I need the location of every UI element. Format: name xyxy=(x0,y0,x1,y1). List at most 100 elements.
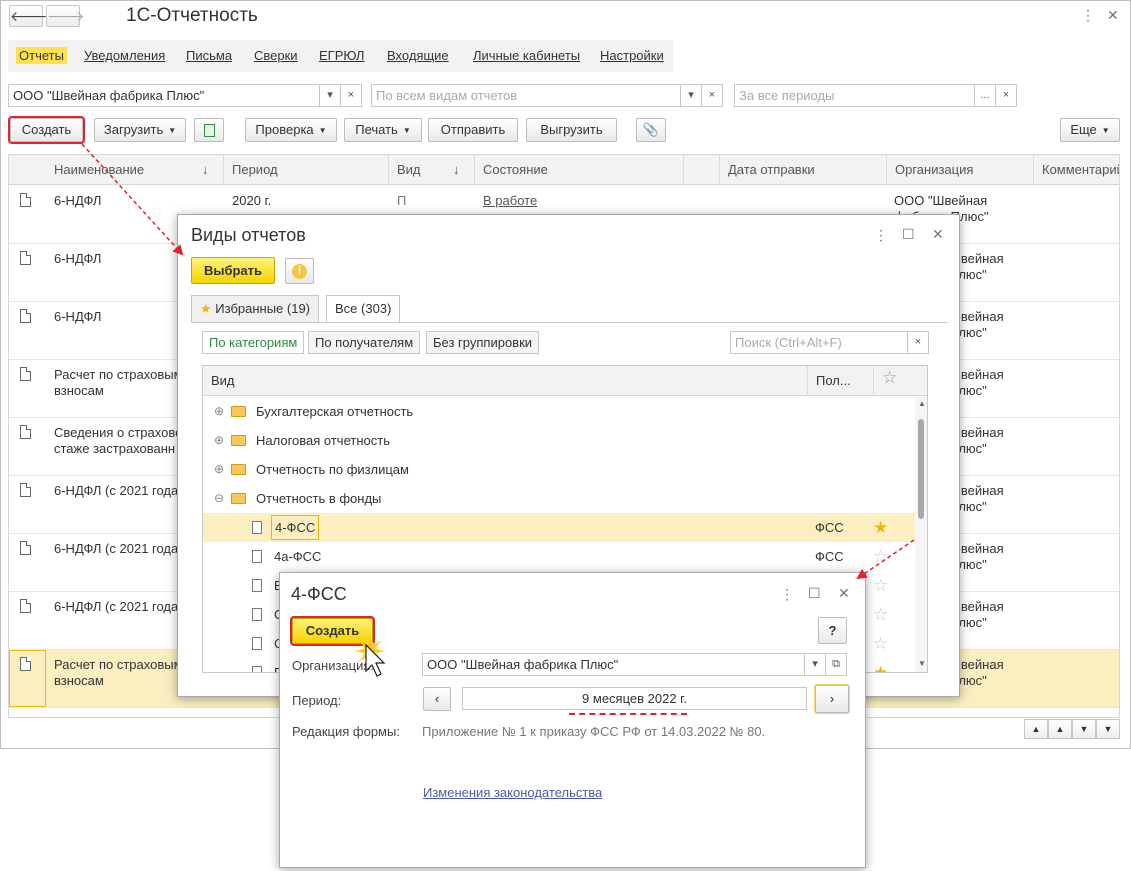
tree-folder-row[interactable]: ⊖ Отчетность в фонды xyxy=(203,484,915,513)
tab-favorites-label: Избранные (19) xyxy=(215,301,311,316)
info-icon[interactable]: i xyxy=(285,258,314,284)
load-button[interactable]: Загрузить ▼ xyxy=(94,118,186,142)
favorite-star-icon[interactable]: ★ xyxy=(873,658,888,672)
clear-icon[interactable]: × xyxy=(995,84,1017,107)
period-field[interactable]: 9 месяцев 2022 г. xyxy=(462,687,807,710)
organization-field[interactable]: ООО "Швейная фабрика Плюс" xyxy=(422,653,805,676)
star-icon[interactable]: ☆ xyxy=(873,629,888,658)
column-header-organization[interactable]: Организация xyxy=(887,155,1034,185)
document-icon xyxy=(252,521,262,534)
send-button[interactable]: Отправить xyxy=(428,118,518,142)
tree-item-row-selected[interactable]: 4-ФСС ФСС ★ xyxy=(203,513,915,542)
scroll-up-icon[interactable]: ▲ xyxy=(918,399,926,408)
forward-arrow-icon[interactable]: 🡒 xyxy=(46,5,85,27)
star-icon[interactable]: ☆ xyxy=(873,571,888,600)
help-button[interactable]: ? xyxy=(818,617,847,644)
open-icon[interactable]: ⧉ xyxy=(825,653,847,676)
tree-folder-row[interactable]: ⊕ Налоговая отчетность xyxy=(203,426,915,455)
dropdown-icon[interactable]: ▾ xyxy=(804,653,826,676)
document-icon xyxy=(20,657,31,671)
select-button[interactable]: Выбрать xyxy=(191,257,275,284)
more-vert-icon[interactable]: ⋮ xyxy=(780,586,794,603)
favorite-star-icon[interactable]: ★ xyxy=(873,513,888,542)
star-icon[interactable]: ☆ xyxy=(873,542,888,571)
tree-folder-row[interactable]: ⊕ Отчетность по физлицам xyxy=(203,455,915,484)
star-icon[interactable]: ☆ xyxy=(873,368,897,396)
star-icon[interactable]: ☆ xyxy=(873,600,888,629)
no-grouping-button[interactable]: Без группировки xyxy=(426,331,540,354)
more-button[interactable]: Еще ▼ xyxy=(1060,118,1120,142)
tab-favorites[interactable]: ★ Избранные (19) xyxy=(191,295,320,322)
column-kind-header[interactable]: Вид xyxy=(211,373,235,388)
more-vert-icon[interactable]: ⋮ xyxy=(874,227,888,244)
tab-incoming[interactable]: Входящие xyxy=(387,48,449,63)
column-header-sent-date[interactable]: Дата отправки xyxy=(720,155,887,185)
export-button[interactable]: Выгрузить xyxy=(526,118,617,142)
column-header-kind[interactable]: Вид ↓ xyxy=(389,155,475,185)
tree-folder-row[interactable]: ⊕ Бухгалтерская отчетность xyxy=(203,397,915,426)
page-up-icon[interactable]: ▲ xyxy=(1048,719,1072,739)
column-header-name[interactable]: Наименование ↓ xyxy=(9,155,224,185)
back-arrow-icon[interactable]: 🡐 xyxy=(9,5,48,27)
document-icon xyxy=(252,637,262,650)
expand-icon[interactable]: ⊕ xyxy=(214,397,224,426)
close-icon[interactable]: ✕ xyxy=(932,226,944,243)
dropdown-icon[interactable]: ▾ xyxy=(680,84,702,107)
period-filter[interactable]: За все периоды xyxy=(734,84,975,107)
next-period-icon[interactable]: › xyxy=(814,684,850,714)
more-vert-icon[interactable]: ⋮ xyxy=(1081,7,1095,24)
create-button[interactable]: Создать xyxy=(290,616,375,646)
cell-name: 6-НДФЛ (с 2021 года xyxy=(54,599,179,614)
first-page-icon[interactable]: ▲ xyxy=(1024,719,1048,739)
tab-all[interactable]: Все (303) xyxy=(326,295,401,323)
column-header-period[interactable]: Период xyxy=(224,155,389,185)
tab-reports[interactable]: Отчеты xyxy=(16,47,67,64)
law-changes-link[interactable]: Изменения законодательства xyxy=(423,785,602,800)
group-by-category-button[interactable]: По категориям xyxy=(202,331,305,354)
cell-state-link[interactable]: В работе xyxy=(483,193,537,209)
maximize-icon[interactable]: ☐ xyxy=(808,585,821,602)
dropdown-icon[interactable]: ▾ xyxy=(319,84,341,107)
column-header-comment[interactable]: Комментарий xyxy=(1034,155,1120,185)
tab-personal-accounts[interactable]: Личные кабинеты xyxy=(473,48,580,63)
page-down-icon[interactable]: ▼ xyxy=(1072,719,1096,739)
folder-icon xyxy=(231,464,246,475)
close-icon[interactable]: ✕ xyxy=(838,585,850,602)
tab-notifications[interactable]: Уведомления xyxy=(84,48,165,63)
create-button[interactable]: Создать xyxy=(8,116,85,144)
last-page-icon[interactable]: ▼ xyxy=(1096,719,1120,739)
expand-icon[interactable]: ⊕ xyxy=(214,455,224,484)
close-icon[interactable]: ✕ xyxy=(1107,7,1119,24)
load-label: Загрузить xyxy=(103,122,164,137)
clear-icon[interactable]: × xyxy=(340,84,362,107)
tab-reconciliations[interactable]: Сверки xyxy=(254,48,298,63)
tree-row-label: Отчетность по физлицам xyxy=(256,462,409,477)
column-header-state[interactable]: Состояние xyxy=(475,155,684,185)
scroll-down-icon[interactable]: ▼ xyxy=(918,659,926,668)
tree-item-row[interactable]: 4а-ФСС ФСС ☆ xyxy=(203,542,915,571)
organization-filter[interactable]: ООО "Швейная фабрика Плюс" xyxy=(8,84,320,107)
form-edition-label: Редакция формы: xyxy=(292,724,400,739)
group-by-recipient-button[interactable]: По получателям xyxy=(308,331,421,354)
select-period-button[interactable]: ... xyxy=(974,84,996,107)
collapse-icon[interactable]: ⊖ xyxy=(214,484,224,513)
print-button[interactable]: Печать ▼ xyxy=(344,118,422,142)
clear-icon[interactable]: × xyxy=(907,331,929,354)
column-recipient-header[interactable]: Пол... xyxy=(807,366,851,396)
check-button[interactable]: Проверка ▼ xyxy=(245,118,337,142)
search-input[interactable]: Поиск (Ctrl+Alt+F) xyxy=(730,331,908,354)
document-icon xyxy=(20,193,31,207)
scrollbar-thumb[interactable] xyxy=(918,419,924,519)
document-icon xyxy=(252,666,262,672)
tab-egrul[interactable]: ЕГРЮЛ xyxy=(319,48,364,63)
report-kind-filter[interactable]: По всем видам отчетов xyxy=(371,84,681,107)
tab-settings[interactable]: Настройки xyxy=(600,48,664,63)
maximize-icon[interactable]: ☐ xyxy=(902,226,915,243)
paperclip-icon[interactable]: 📎 xyxy=(636,118,666,142)
prev-period-icon[interactable]: ‹ xyxy=(423,687,451,711)
scrollbar[interactable]: ▲ ▼ xyxy=(915,397,927,672)
clear-icon[interactable]: × xyxy=(701,84,723,107)
expand-icon[interactable]: ⊕ xyxy=(214,426,224,455)
tab-letters[interactable]: Письма xyxy=(186,48,232,63)
new-document-icon[interactable] xyxy=(194,118,224,142)
